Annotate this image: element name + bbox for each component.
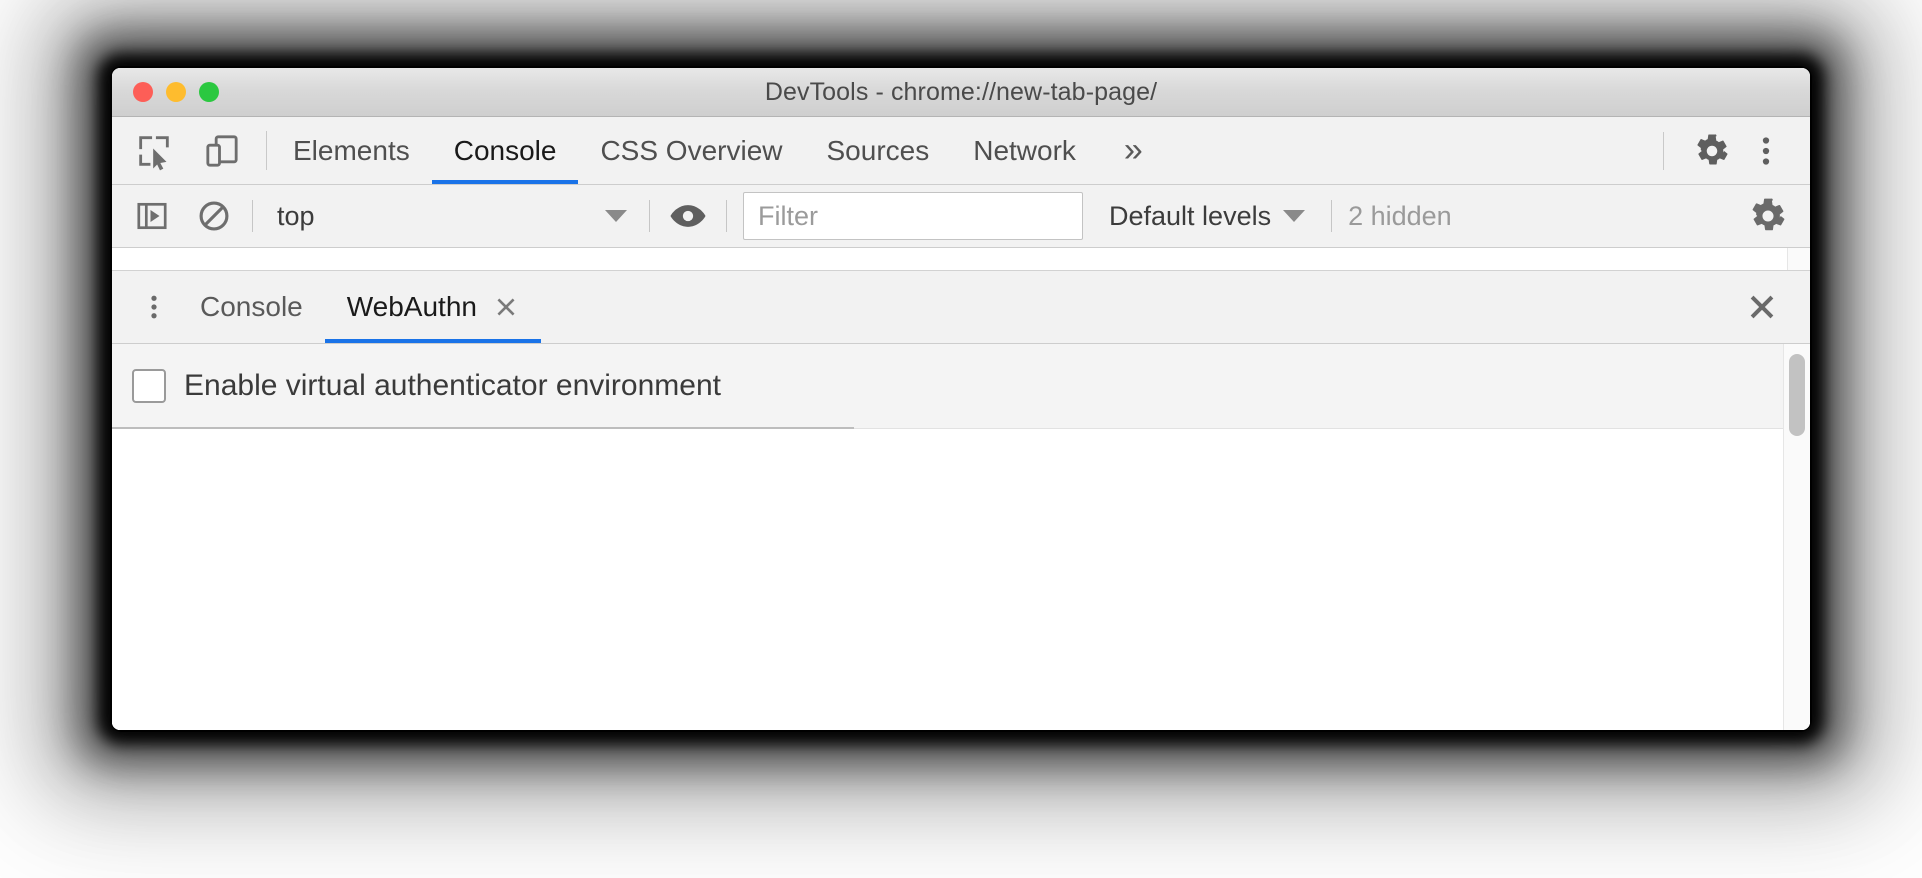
drawer-tab-webauthn[interactable]: WebAuthn: [324, 271, 542, 343]
traffic-lights: [133, 82, 219, 102]
drawer-tab-label: WebAuthn: [346, 291, 477, 322]
log-levels-dropdown[interactable]: Default levels: [1109, 200, 1306, 232]
panel-tabs: Elements Console CSS Overview Sources Ne…: [271, 117, 1171, 184]
tab-label: Sources: [826, 134, 930, 166]
more-tabs-overflow-icon[interactable]: »: [1098, 117, 1171, 184]
drawer-body: Enable virtual authenticator environment: [112, 344, 1810, 730]
webauthn-panel: Enable virtual authenticator environment: [112, 344, 1783, 730]
close-icon[interactable]: [493, 294, 519, 320]
tab-elements[interactable]: Elements: [271, 117, 432, 184]
log-levels-label: Default levels: [1109, 200, 1272, 231]
minimize-window-button[interactable]: [166, 82, 186, 102]
devtools-window: DevTools - chrome://new-tab-page/ Elemen…: [112, 68, 1810, 730]
tab-label: Elements: [293, 134, 410, 166]
hidden-messages-count[interactable]: 2 hidden: [1348, 201, 1452, 232]
tab-label: Network: [973, 134, 1076, 166]
tab-sources[interactable]: Sources: [805, 117, 952, 184]
console-filter-box[interactable]: [743, 192, 1083, 240]
toolbar-divider: [1331, 200, 1333, 232]
search-input[interactable]: [756, 199, 1070, 233]
tab-css-overview[interactable]: CSS Overview: [578, 117, 804, 184]
drawer: Console WebAuthn Enable virtual authenti…: [112, 271, 1810, 730]
drawer-tab-label: Console: [200, 291, 303, 322]
console-message-area: [112, 248, 1810, 271]
three-dots-vertical-icon[interactable]: [1744, 129, 1788, 173]
drawer-tabbar: Console WebAuthn: [112, 271, 1810, 344]
execution-context-select[interactable]: top: [269, 201, 633, 232]
webauthn-empty-area: [112, 429, 1783, 730]
close-drawer-icon[interactable]: [1740, 285, 1784, 329]
toolbar-divider: [649, 200, 650, 232]
toolbar-divider: [266, 131, 267, 170]
enable-virtual-authenticator-checkbox[interactable]: [132, 369, 166, 403]
screenshot-root: DevTools - chrome://new-tab-page/ Elemen…: [0, 0, 1922, 878]
toolbar-divider: [1663, 131, 1664, 170]
execution-context-value: top: [277, 200, 315, 231]
inspect-element-icon[interactable]: [132, 129, 176, 173]
enable-virtual-authenticator-row[interactable]: Enable virtual authenticator environment: [112, 344, 1783, 429]
console-toolbar: top Default levels 2 hidden: [112, 185, 1810, 248]
gear-icon[interactable]: [1690, 129, 1734, 173]
close-window-button[interactable]: [133, 82, 153, 102]
console-sidebar-toggle-icon[interactable]: [130, 194, 174, 238]
window-titlebar: DevTools - chrome://new-tab-page/: [112, 68, 1810, 117]
chevron-double-right-icon: »: [1123, 131, 1143, 169]
scrollbar-thumb[interactable]: [1789, 354, 1805, 436]
window-title: DevTools - chrome://new-tab-page/: [764, 77, 1158, 106]
tab-console[interactable]: Console: [431, 117, 579, 184]
gear-icon[interactable]: [1746, 194, 1790, 238]
tab-label: Console: [453, 134, 557, 166]
three-dots-vertical-icon[interactable]: [130, 271, 178, 343]
device-toolbar-icon[interactable]: [200, 129, 244, 173]
tab-label: CSS Overview: [600, 134, 783, 166]
console-toolbar-right: [1746, 194, 1810, 238]
console-scroll-gutter[interactable]: [1787, 248, 1810, 270]
drawer-tabbar-right: [1740, 271, 1810, 343]
chevron-down-icon: [605, 210, 627, 222]
toolbar-divider: [252, 200, 253, 232]
eye-icon[interactable]: [666, 194, 710, 238]
main-toolbar-right: [1663, 117, 1810, 184]
drawer-tab-console[interactable]: Console: [178, 271, 325, 343]
main-toolbar-icons: [112, 117, 244, 184]
tab-network[interactable]: Network: [951, 117, 1098, 184]
main-toolbar: Elements Console CSS Overview Sources Ne…: [112, 117, 1810, 185]
toolbar-divider: [726, 200, 727, 232]
maximize-window-button[interactable]: [199, 82, 219, 102]
chevron-down-icon: [1283, 210, 1306, 222]
vertical-scrollbar[interactable]: [1783, 344, 1810, 730]
clear-console-icon[interactable]: [192, 194, 236, 238]
enable-virtual-authenticator-label: Enable virtual authenticator environment: [184, 369, 721, 402]
